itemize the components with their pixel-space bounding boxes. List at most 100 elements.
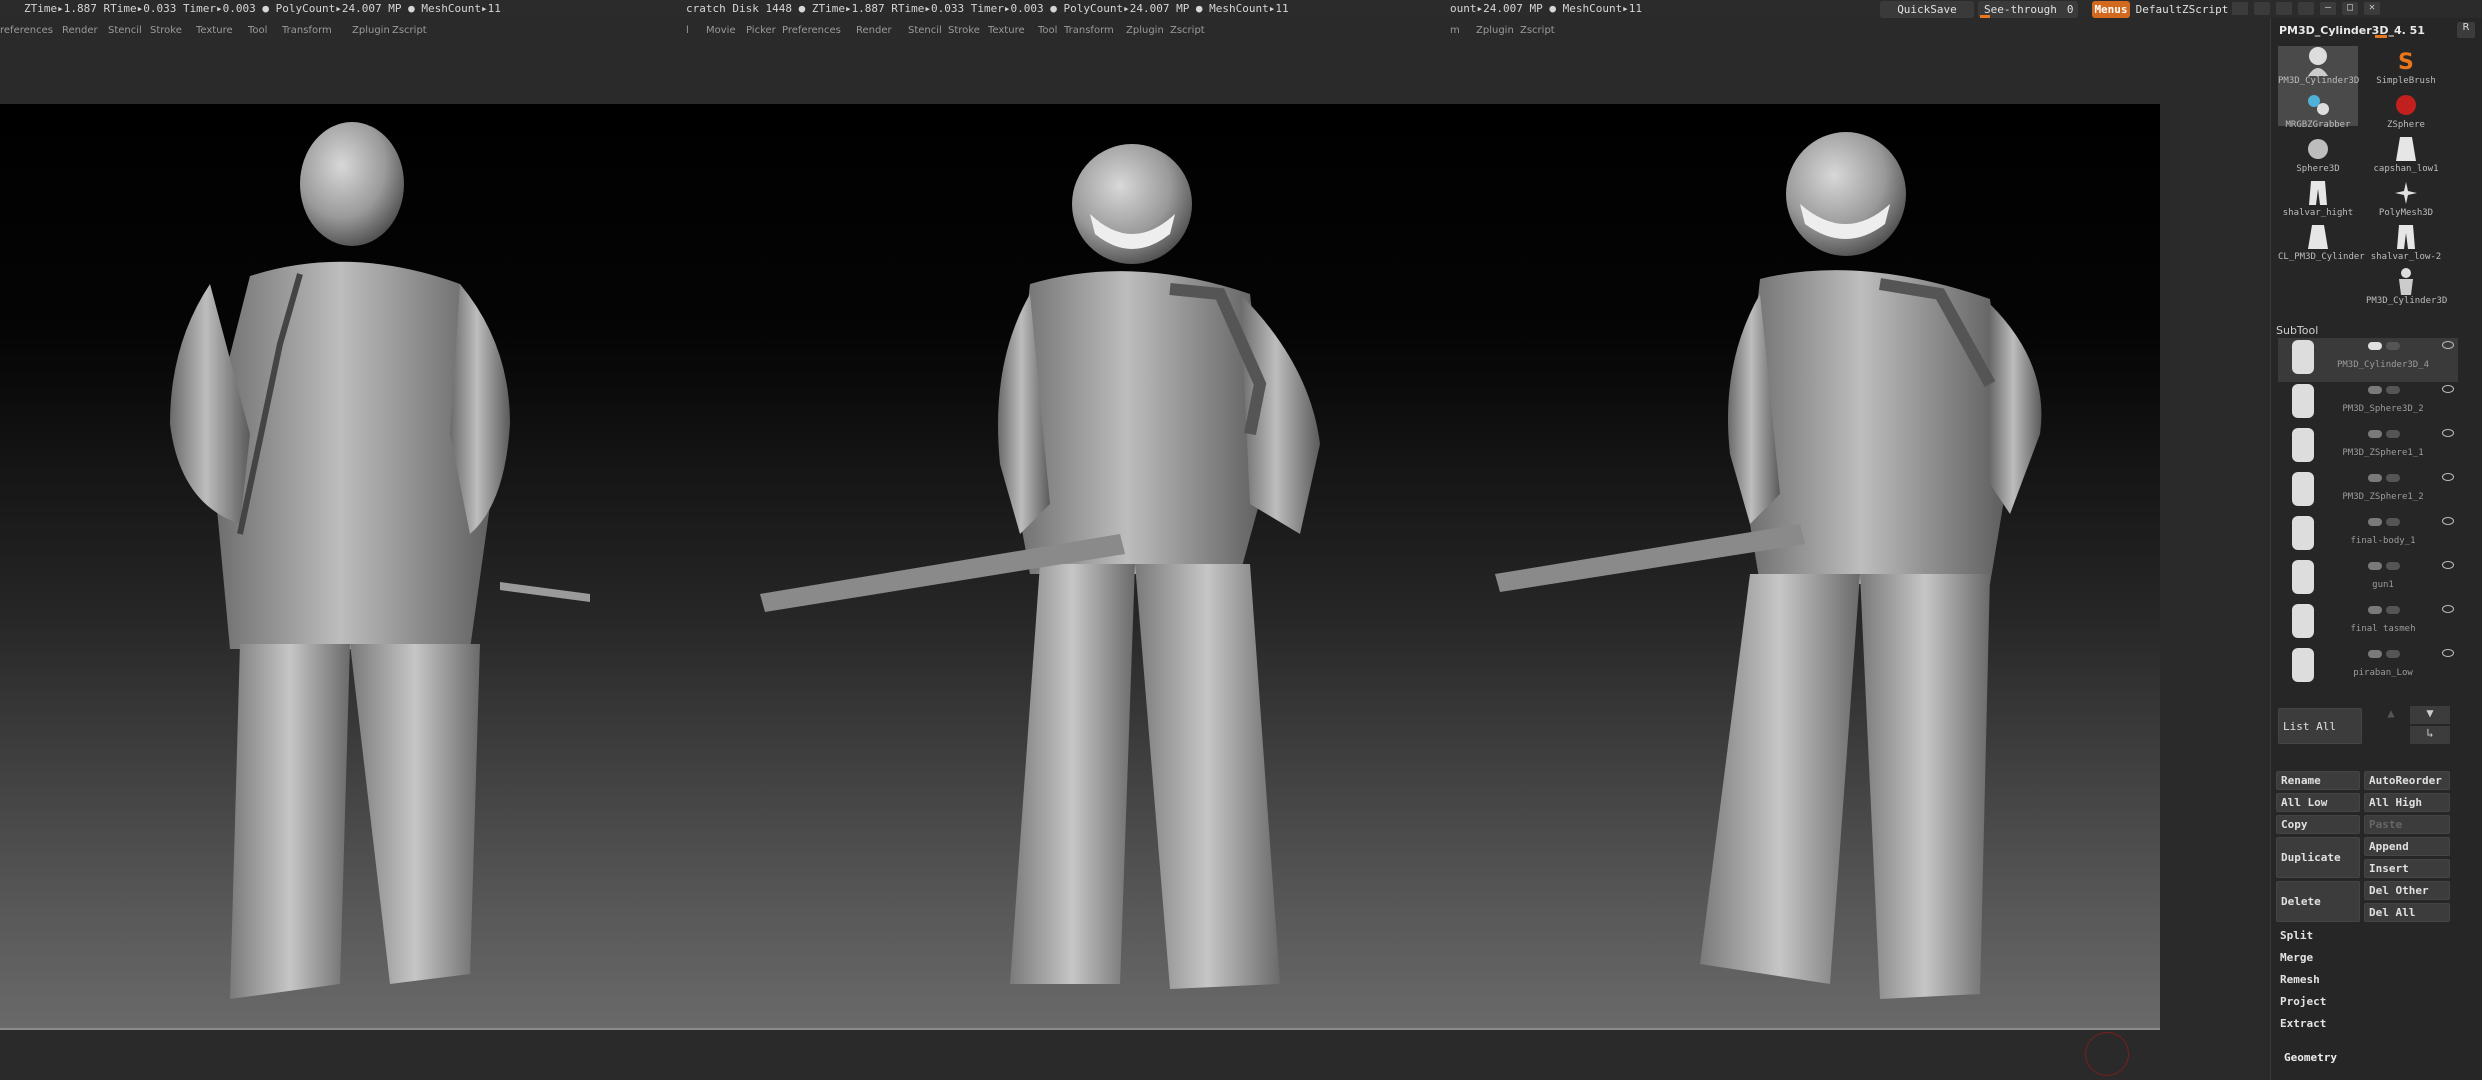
del-other-button[interactable]: Del Other [2364, 881, 2450, 900]
duplicate-button[interactable]: Duplicate [2276, 837, 2360, 878]
menu-item[interactable]: Stroke [150, 25, 182, 36]
remesh-menu[interactable]: Remesh [2276, 970, 2456, 988]
subtool-item[interactable]: PM3D_Cylinder3D_4 [2278, 338, 2458, 382]
color-toggle-icon[interactable] [2386, 562, 2400, 570]
tool-thumbnail[interactable]: PM3D_Cylinder3D [2366, 266, 2447, 308]
polypaint-toggle-icon[interactable] [2368, 518, 2382, 526]
project-menu[interactable]: Project [2276, 992, 2456, 1010]
color-toggle-icon[interactable] [2386, 386, 2400, 394]
extract-menu[interactable]: Extract [2276, 1014, 2456, 1032]
move-down-arrow-icon[interactable]: ▼ [2410, 706, 2450, 724]
eye-icon[interactable] [2442, 429, 2454, 437]
close-icon[interactable]: ✕ [2364, 2, 2380, 15]
seethrough-slider[interactable]: See-through 0 [1978, 1, 2078, 18]
menu-item[interactable]: l [686, 25, 689, 36]
menu-item[interactable]: Zscript [1170, 25, 1205, 36]
palette-icon[interactable] [2276, 2, 2292, 15]
subtool-item[interactable]: final tasmeh [2278, 602, 2458, 646]
all-high-button[interactable]: All High [2364, 793, 2450, 812]
menu-item[interactable]: references [0, 25, 53, 36]
menu-item[interactable]: Stencil [908, 25, 942, 36]
all-low-button[interactable]: All Low [2276, 793, 2360, 812]
tool-thumbnail[interactable]: S SimpleBrush [2366, 46, 2446, 88]
quicksave-button[interactable]: QuickSave [1880, 1, 1974, 18]
delete-button[interactable]: Delete [2276, 881, 2360, 922]
eye-icon[interactable] [2442, 517, 2454, 525]
tool-thumbnail[interactable]: CL_PM3D_Cylinder [2278, 222, 2365, 264]
subtool-header[interactable]: SubTool [2276, 324, 2456, 338]
lock-icon[interactable] [2298, 2, 2314, 15]
eye-icon[interactable] [2442, 561, 2454, 569]
color-toggle-icon[interactable] [2386, 650, 2400, 658]
polypaint-toggle-icon[interactable] [2368, 386, 2382, 394]
menu-item[interactable]: m [1450, 25, 1460, 36]
merge-menu[interactable]: Merge [2276, 948, 2456, 966]
split-menu[interactable]: Split [2276, 926, 2456, 944]
menu-item[interactable]: Stencil [108, 25, 142, 36]
layout-icon[interactable] [2254, 2, 2270, 15]
geometry-menu[interactable]: Geometry [2280, 1048, 2460, 1066]
menu-item[interactable]: Zplugin [1476, 25, 1514, 36]
menu-item[interactable]: Transform [282, 25, 332, 36]
menu-item[interactable]: Zplugin [352, 25, 390, 36]
menu-item[interactable]: Preferences [782, 25, 841, 36]
menu-item[interactable]: Zscript [1520, 25, 1555, 36]
minimize-icon[interactable]: – [2320, 2, 2336, 15]
tool-thumbnail[interactable]: shalvar_low-2 [2366, 222, 2446, 264]
polypaint-toggle-icon[interactable] [2368, 342, 2382, 350]
tool-thumbnail[interactable]: shalvar_hight [2278, 178, 2358, 220]
canvas-viewport[interactable] [0, 104, 2160, 1030]
tool-thumbnail[interactable]: PolyMesh3D [2366, 178, 2446, 220]
rename-button[interactable]: Rename [2276, 771, 2360, 790]
menu-item[interactable]: Texture [196, 25, 233, 36]
menu-item[interactable]: Movie [706, 25, 736, 36]
eye-icon[interactable] [2442, 341, 2454, 349]
menu-item[interactable]: Picker [746, 25, 776, 36]
subtool-item[interactable]: PM3D_ZSphere1_2 [2278, 470, 2458, 514]
menu-item[interactable]: Zplugin [1126, 25, 1164, 36]
menu-item[interactable]: Texture [988, 25, 1025, 36]
default-zscript-button[interactable]: DefaultZScript [2132, 1, 2232, 18]
tool-thumbnail[interactable]: ZSphere [2366, 90, 2446, 132]
insert-button[interactable]: Insert [2364, 859, 2450, 878]
color-toggle-icon[interactable] [2386, 606, 2400, 614]
color-toggle-icon[interactable] [2386, 474, 2400, 482]
list-all-button[interactable]: List All [2278, 708, 2362, 744]
tool-thumbnail[interactable]: Sphere3D [2278, 134, 2358, 176]
paste-button[interactable]: Paste [2364, 815, 2450, 834]
polypaint-toggle-icon[interactable] [2368, 562, 2382, 570]
color-toggle-icon[interactable] [2386, 518, 2400, 526]
autoreorder-button[interactable]: AutoReorder [2364, 771, 2450, 790]
menu-item[interactable]: Stroke [948, 25, 980, 36]
subtool-item[interactable]: gun1 [2278, 558, 2458, 602]
subtool-item[interactable]: PM3D_Sphere3D_2 [2278, 382, 2458, 426]
eye-icon[interactable] [2442, 649, 2454, 657]
menu-item[interactable]: Transform [1064, 25, 1114, 36]
polypaint-toggle-icon[interactable] [2368, 650, 2382, 658]
move-up-arrow-icon[interactable]: ▲ [2376, 706, 2406, 724]
subtool-item[interactable]: piraban_Low [2278, 646, 2458, 690]
menu-item[interactable]: Zscript [392, 25, 427, 36]
tool-thumbnail[interactable]: MRGBZGrabber [2278, 90, 2358, 132]
eye-icon[interactable] [2442, 385, 2454, 393]
move-right-arrow-icon[interactable]: ↳ [2410, 726, 2450, 744]
subtool-item[interactable]: final-body_1 [2278, 514, 2458, 558]
color-toggle-icon[interactable] [2386, 342, 2400, 350]
color-toggle-icon[interactable] [2386, 430, 2400, 438]
polypaint-toggle-icon[interactable] [2368, 606, 2382, 614]
maximize-icon[interactable]: □ [2342, 2, 2358, 15]
eye-icon[interactable] [2442, 605, 2454, 613]
menu-item[interactable]: Tool [1038, 25, 1057, 36]
append-button[interactable]: Append [2364, 837, 2450, 856]
tool-thumbnail[interactable]: capshan_low1 [2366, 134, 2446, 176]
menu-item[interactable]: Render [62, 25, 98, 36]
eye-icon[interactable] [2442, 473, 2454, 481]
del-all-button[interactable]: Del All [2364, 903, 2450, 922]
menus-button[interactable]: Menus [2092, 1, 2130, 18]
menu-item[interactable]: Tool [248, 25, 267, 36]
subtool-item[interactable]: PM3D_ZSphere1_1 [2278, 426, 2458, 470]
polypaint-toggle-icon[interactable] [2368, 474, 2382, 482]
copy-button[interactable]: Copy [2276, 815, 2360, 834]
polypaint-toggle-icon[interactable] [2368, 430, 2382, 438]
menu-item[interactable]: Render [856, 25, 892, 36]
